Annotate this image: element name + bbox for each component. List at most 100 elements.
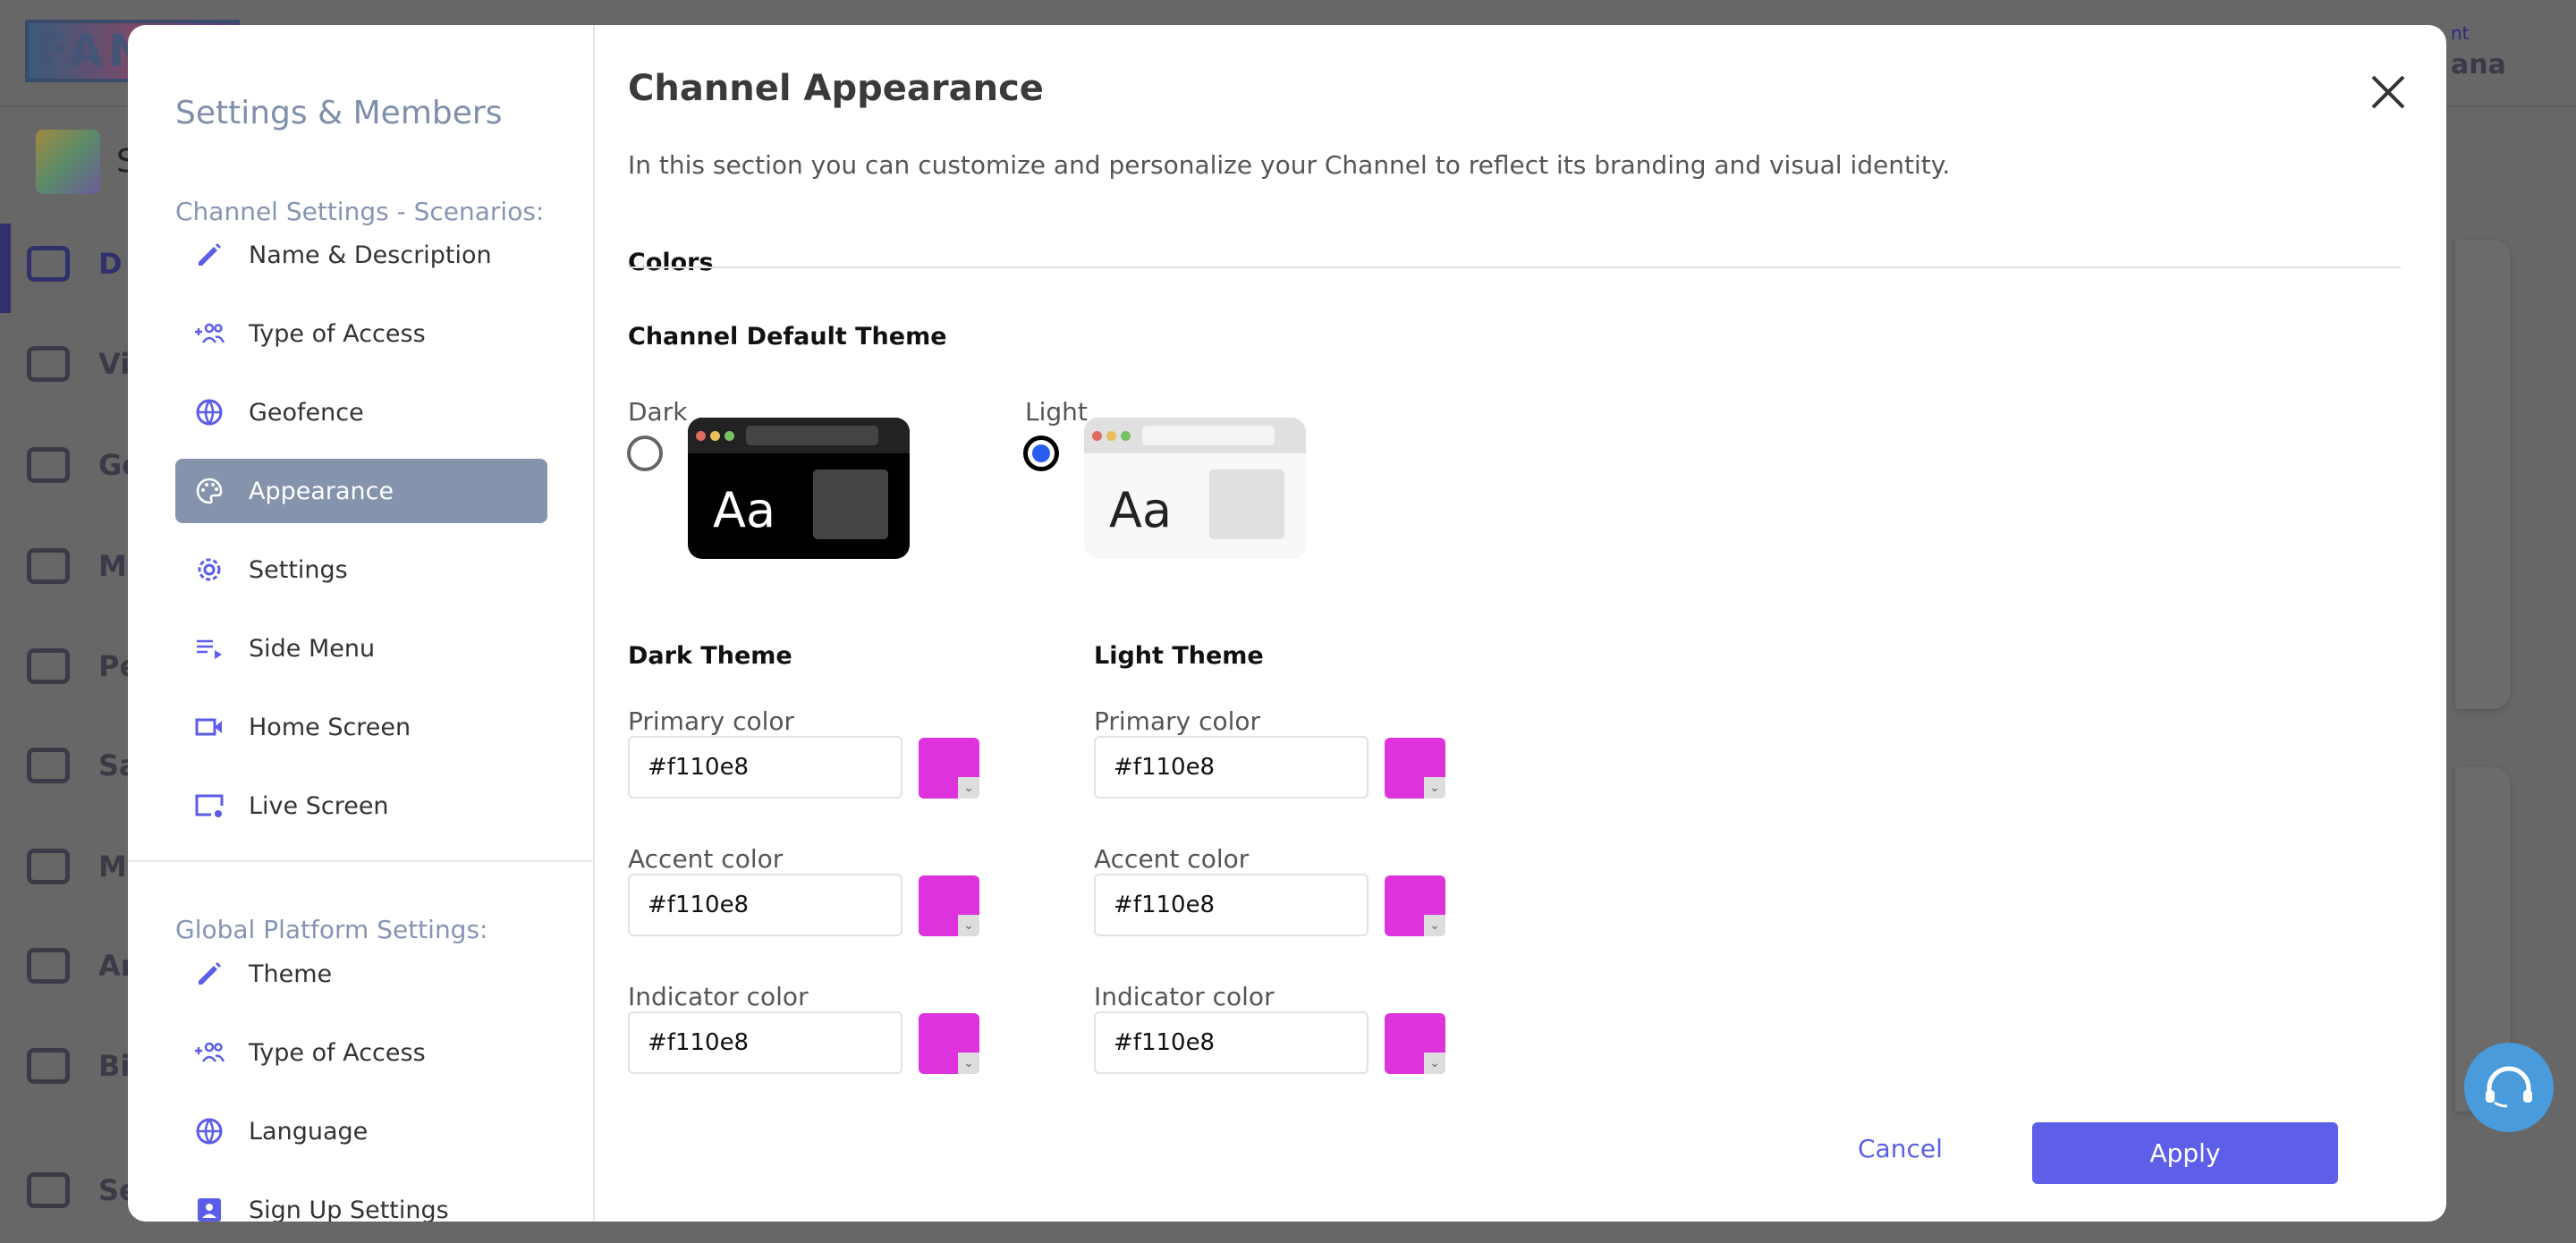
sidebar-item-theme[interactable]: Theme [175, 942, 547, 1006]
support-button[interactable] [2464, 1043, 2554, 1132]
dark-theme-color-input[interactable] [628, 736, 902, 799]
light-theme-heading: Light Theme [1094, 642, 1264, 670]
dark-theme-color-input[interactable] [628, 1011, 902, 1074]
sidebar-title: Settings & Members [175, 95, 503, 131]
light-theme-radio[interactable] [1023, 435, 1059, 471]
sidebar-item-settings[interactable]: Settings [175, 537, 547, 602]
add-group-icon [195, 1042, 225, 1062]
dark-theme-field-label: Indicator color [628, 982, 809, 1011]
channel-avatar [36, 130, 100, 194]
dark-theme-field-label: Accent color [628, 844, 784, 874]
nav-icon [27, 948, 70, 984]
sidebar-item-label: Type of Access [249, 1038, 426, 1067]
color-picker-swatch[interactable]: ⌄ [1385, 875, 1445, 936]
gear-icon [198, 558, 221, 581]
dark-theme-field-label: Primary color [628, 706, 795, 736]
light-theme-color-input[interactable] [1094, 1011, 1368, 1074]
color-picker-swatch[interactable]: ⌄ [919, 875, 979, 936]
chevron-down-icon: ⌄ [958, 1053, 979, 1074]
sidebar-item-live-screen[interactable]: Live Screen [175, 774, 547, 838]
light-theme-field-label: Indicator color [1094, 982, 1275, 1011]
color-picker-swatch[interactable]: ⌄ [1385, 1013, 1445, 1074]
sidebar-item-label: Type of Access [249, 319, 426, 348]
color-picker-swatch[interactable]: ⌄ [919, 1013, 979, 1074]
globe-icon [196, 1118, 223, 1145]
screen-settings-icon [195, 794, 224, 817]
sidebar-item-label: Home Screen [249, 713, 411, 741]
sidebar-item-side-menu[interactable]: Side Menu [175, 616, 547, 681]
video-camera-icon [195, 718, 222, 736]
close-icon[interactable] [2366, 70, 2411, 114]
sidebar-item-label: Sign Up Settings [249, 1196, 449, 1222]
dark-theme-preview[interactable]: Aa [688, 418, 910, 559]
nav-icon [27, 849, 70, 884]
sidebar-item-appearance[interactable]: Appearance [175, 459, 547, 523]
sidebar-item-label: Language [249, 1117, 369, 1146]
color-picker-swatch[interactable]: ⌄ [1385, 738, 1445, 799]
sidebar-item-type-of-access[interactable]: Type of Access [175, 1020, 547, 1085]
chevron-down-icon: ⌄ [958, 777, 979, 799]
nav-icon [27, 648, 70, 684]
apply-button[interactable]: Apply [2032, 1122, 2338, 1184]
light-theme-color-input[interactable] [1094, 874, 1368, 936]
light-theme-color-input[interactable] [1094, 736, 1368, 799]
divider [628, 266, 2401, 268]
pencil-icon [199, 962, 221, 985]
user-name: ana [2451, 49, 2506, 80]
settings-sidebar: Settings & Members Channel Settings - Sc… [128, 25, 595, 1222]
global-settings-heading: Global Platform Settings: [175, 915, 488, 944]
default-theme-heading: Channel Default Theme [628, 323, 947, 351]
colors-heading: Colors [628, 249, 714, 276]
preview-text: Aa [713, 482, 776, 538]
preview-text: Aa [1109, 482, 1173, 538]
background-card [2455, 240, 2511, 709]
color-picker-swatch[interactable]: ⌄ [919, 738, 979, 799]
active-indicator [0, 224, 11, 313]
pencil-icon [199, 243, 221, 266]
sidebar-item-label: Appearance [249, 477, 394, 505]
sidebar-item-home-screen[interactable]: Home Screen [175, 695, 547, 759]
sidebar-item-type-of-access[interactable]: Type of Access [175, 301, 547, 366]
add-group-icon [195, 323, 225, 343]
nav-icon [27, 246, 70, 282]
settings-modal: Settings & Members Channel Settings - Sc… [128, 25, 2446, 1222]
sidebar-item-label: Live Screen [249, 791, 389, 820]
dark-theme-heading: Dark Theme [628, 642, 792, 670]
background-nav-item: D [27, 246, 123, 282]
light-option-label: Light [1025, 397, 1088, 427]
chevron-down-icon: ⌄ [958, 915, 979, 936]
appearance-panel: Channel Appearance In this section you c… [595, 25, 2446, 1222]
dark-theme-color-input[interactable] [628, 874, 902, 936]
background-nav-item: Se [27, 1172, 139, 1208]
background-nav-item: Vi [27, 346, 130, 382]
nav-icon [27, 1172, 70, 1208]
sidebar-item-label: Theme [249, 960, 333, 988]
background-nav-item: Pe [27, 648, 139, 684]
sidebar-item-label: Name & Description [249, 241, 492, 269]
divider [128, 860, 595, 862]
cancel-button[interactable]: Cancel [1858, 1134, 1943, 1163]
dark-option-label: Dark [628, 397, 688, 427]
nav-label: Vi [98, 347, 131, 381]
playlist-icon [197, 639, 222, 659]
chevron-down-icon: ⌄ [1424, 1053, 1445, 1074]
light-theme-preview[interactable]: Aa [1084, 418, 1306, 559]
page-subtitle: In this section you can customize and pe… [628, 150, 1951, 180]
page-title: Channel Appearance [628, 68, 1044, 109]
chevron-down-icon: ⌄ [1424, 915, 1445, 936]
sidebar-item-label: Settings [249, 555, 348, 584]
globe-icon [196, 399, 223, 426]
background-nav-item: Bil [27, 1048, 140, 1084]
sidebar-item-language[interactable]: Language [175, 1099, 547, 1163]
nav-icon [27, 447, 70, 483]
sidebar-item-name-description[interactable]: Name & Description [175, 223, 547, 287]
sidebar-item-sign-up-settings[interactable]: Sign Up Settings [175, 1178, 547, 1222]
user-card-icon [198, 1198, 221, 1222]
light-theme-field-label: Accent color [1094, 844, 1250, 874]
nav-icon [27, 346, 70, 382]
sidebar-item-label: Side Menu [249, 634, 376, 663]
dark-theme-radio[interactable] [627, 435, 663, 471]
nav-icon [27, 748, 70, 783]
headset-icon [2486, 1066, 2532, 1108]
sidebar-item-geofence[interactable]: Geofence [175, 380, 547, 444]
